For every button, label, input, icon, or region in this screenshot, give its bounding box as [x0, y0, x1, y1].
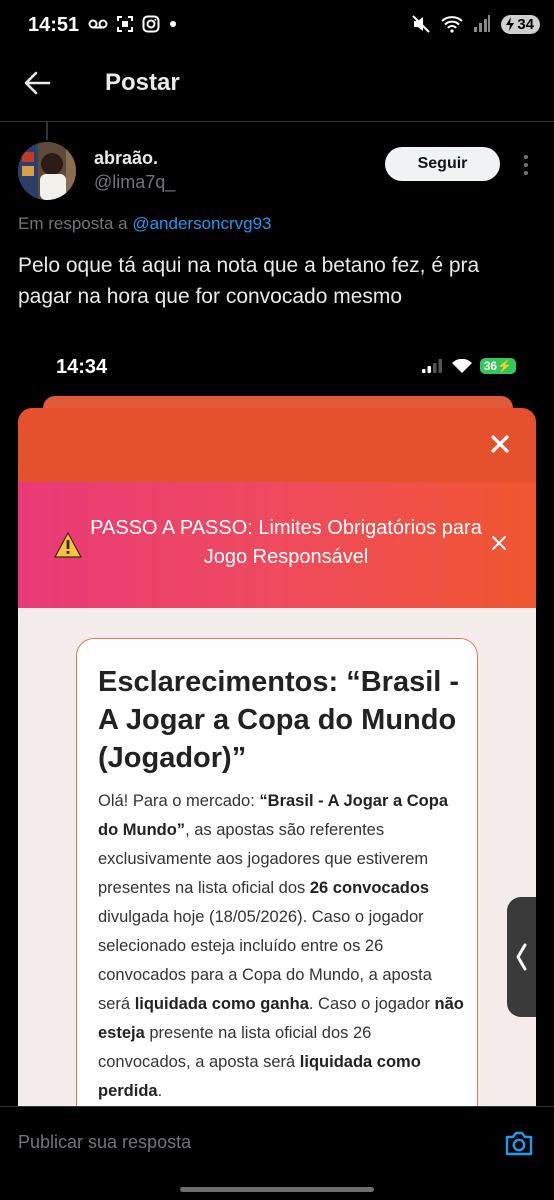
- screenshot-icon: [117, 16, 133, 32]
- banner-close-icon[interactable]: [490, 534, 508, 552]
- wifi-icon: [441, 16, 463, 33]
- clarification-heading: Esclarecimentos: “Brasil - A Jogar a Cop…: [98, 666, 460, 774]
- image-content-area: Esclarecimentos: “Brasil - A Jogar a Cop…: [18, 608, 536, 1110]
- instagram-icon: [142, 15, 160, 33]
- camera-icon: [505, 1131, 533, 1156]
- reply-prefix: Em resposta a: [18, 214, 128, 233]
- text-segment: .: [157, 1082, 163, 1100]
- signal-icon: [474, 15, 491, 32]
- page-title: Postar: [105, 69, 180, 96]
- text-segment: . Caso o jogador: [308, 995, 435, 1013]
- reply-composer: Publicar sua resposta: [0, 1106, 554, 1180]
- post-image[interactable]: 14:34 36⚡ PASSO A PASSO: Limites Obrigat…: [18, 340, 536, 1110]
- reply-input[interactable]: Publicar sua resposta: [18, 1132, 191, 1153]
- clarification-text: Olá! Para o mercado: “Brasil - A Jogar a…: [98, 787, 468, 1106]
- thread-connector: [46, 122, 48, 140]
- author-name[interactable]: abraão.: [94, 148, 158, 169]
- battery-icon: 34: [501, 14, 540, 34]
- arrow-left-icon: [24, 71, 51, 95]
- follow-button[interactable]: Seguir: [385, 147, 500, 181]
- status-time: 14:51: [28, 14, 80, 36]
- close-icon[interactable]: [486, 430, 514, 458]
- post-text: Pelo oque tá aqui na nota que a betano f…: [18, 254, 480, 308]
- dot-icon: [170, 21, 176, 27]
- author-handle[interactable]: @lima7q_: [94, 172, 175, 193]
- status-bar: 14:51 34: [0, 0, 554, 52]
- battery-level: 34: [517, 15, 534, 33]
- more-options-button[interactable]: [516, 150, 536, 180]
- chevron-left-icon: [516, 943, 527, 971]
- image-wifi-icon: [451, 359, 472, 373]
- back-button[interactable]: [22, 66, 62, 100]
- warning-icon: [54, 532, 82, 558]
- image-warning-banner: PASSO A PASSO: Limites Obrigatórios para…: [18, 482, 536, 608]
- home-indicator[interactable]: [180, 1187, 374, 1192]
- banner-text: PASSO A PASSO: Limites Obrigatórios para…: [90, 517, 482, 568]
- text-segment-bold: liquidada como ganha: [134, 995, 309, 1013]
- image-status-time: 14:34: [56, 356, 108, 378]
- mute-icon: [412, 15, 431, 33]
- reply-to-link[interactable]: @andersoncrvg93: [132, 214, 271, 233]
- more-dot-icon: [524, 171, 528, 175]
- text-segment: Olá! Para o mercado:: [98, 792, 260, 810]
- more-dot-icon: [524, 163, 528, 167]
- image-signal-icon: [421, 359, 442, 373]
- side-drawer-handle[interactable]: [507, 897, 536, 1017]
- text-segment-bold: 26 convocados: [309, 879, 430, 897]
- image-battery-icon: 36⚡: [479, 358, 516, 374]
- avatar[interactable]: [18, 142, 76, 200]
- voicemail-icon: [88, 19, 108, 29]
- image-battery-level: 36: [483, 359, 498, 373]
- camera-button[interactable]: [504, 1129, 534, 1157]
- image-status-bar: 14:34 36⚡: [18, 340, 536, 396]
- top-app-bar: Postar: [0, 52, 554, 122]
- reply-context: Em resposta a @andersoncrvg93: [18, 214, 272, 234]
- clarification-card: Esclarecimentos: “Brasil - A Jogar a Cop…: [76, 638, 478, 1110]
- image-modal-header: [18, 408, 536, 482]
- more-dot-icon: [524, 155, 528, 159]
